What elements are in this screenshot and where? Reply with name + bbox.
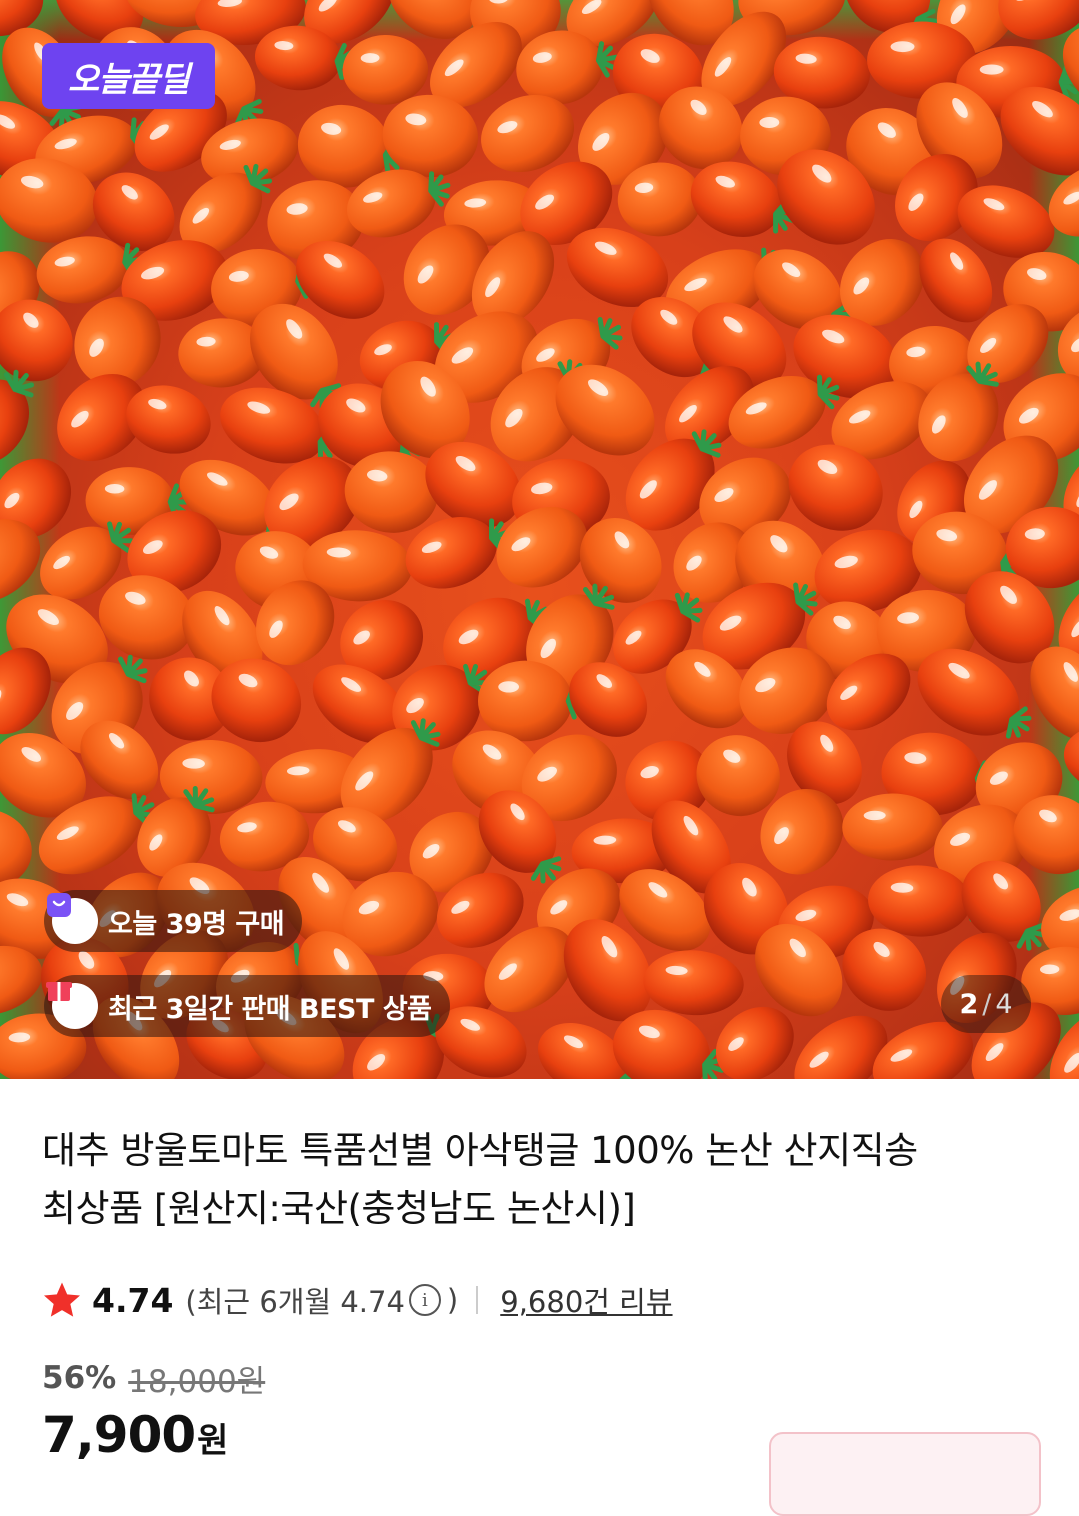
star-icon bbox=[44, 1282, 80, 1317]
divider bbox=[476, 1286, 479, 1314]
image-pager: 2 / 4 bbox=[941, 975, 1031, 1033]
pager-total: 4 bbox=[995, 988, 1013, 1020]
sale-price: 7,900 bbox=[42, 1406, 196, 1464]
recent-rating-close: ) bbox=[446, 1283, 459, 1317]
price-row: 7,900 원 bbox=[42, 1406, 228, 1464]
shopping-bag-icon bbox=[47, 893, 98, 944]
price-unit: 원 bbox=[197, 1421, 229, 1461]
buyers-today-text: 오늘 39명 구매 bbox=[108, 908, 285, 940]
product-title: 대추 방울토마토 특품선별 아삭탱글 100% 논산 산지직송 최상품 [원산지… bbox=[42, 1122, 1032, 1238]
info-icon[interactable]: i bbox=[408, 1284, 441, 1316]
best-seller-pill: 최근 3일간 판매 BEST 상품 bbox=[44, 975, 450, 1037]
today-deal-badge: 오늘끝딜 bbox=[42, 43, 215, 109]
product-title-line2: 최상품 [원산지:국산(충청남도 논산시)] bbox=[42, 1187, 636, 1230]
discount-rate: 56% bbox=[42, 1360, 117, 1396]
pager-separator: / bbox=[982, 988, 992, 1020]
buyers-today-pill: 오늘 39명 구매 bbox=[44, 890, 303, 952]
discount-row: 56% 18,000원 bbox=[42, 1356, 265, 1400]
review-count-link[interactable]: 9,680건 리뷰 bbox=[500, 1279, 672, 1321]
pager-current: 2 bbox=[959, 988, 979, 1020]
product-title-line1: 대추 방울토마토 특품선별 아삭탱글 100% 논산 산지직송 bbox=[42, 1129, 918, 1172]
recent-rating: (최근 6개월 4.74 bbox=[185, 1285, 405, 1319]
rating-row: 4.74 (최근 6개월 4.74 i ) 9,680건 리뷰 bbox=[42, 1276, 673, 1324]
gift-box-icon bbox=[46, 982, 98, 1029]
original-price: 18,000원 bbox=[128, 1363, 266, 1400]
product-image-carousel[interactable]: 오늘끝딜 오늘 39명 구매 최근 3일간 판매 BEST 상품 2 / 4 bbox=[0, 0, 1079, 1079]
coupon-button[interactable] bbox=[769, 1432, 1041, 1516]
best-seller-text: 최근 3일간 판매 BEST 상품 bbox=[108, 993, 432, 1025]
rating-score: 4.74 bbox=[92, 1280, 174, 1320]
